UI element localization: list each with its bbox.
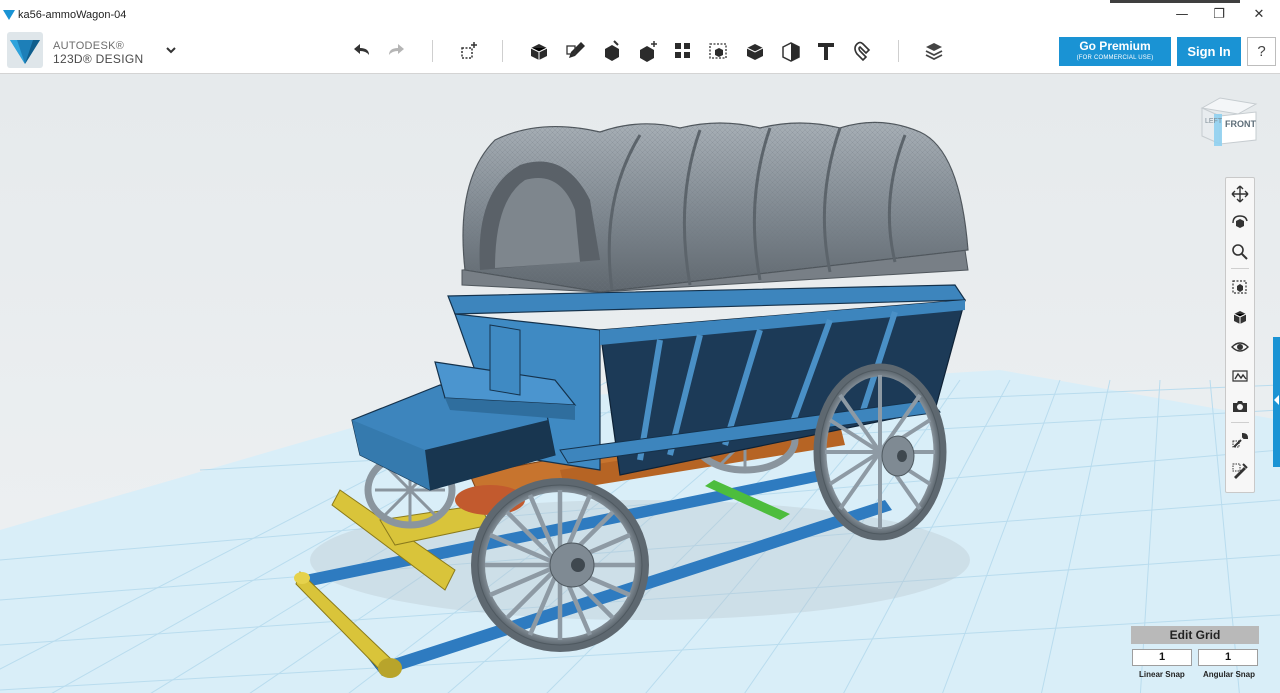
combine-boxes-icon[interactable] (741, 37, 769, 65)
view-box-icon[interactable] (1228, 305, 1252, 329)
zoom-magnifier-icon[interactable] (1228, 240, 1252, 264)
linear-snap-label: Linear Snap (1139, 670, 1185, 679)
window-title: ka56-ammoWagon-04 (18, 9, 127, 21)
wrench-icon[interactable] (1228, 429, 1252, 453)
navigation-bar (1225, 177, 1255, 493)
navbar-separator (1231, 268, 1249, 269)
toolbar-separator (502, 40, 503, 62)
window-title-accent (1110, 0, 1240, 3)
toolbar-separator (432, 40, 433, 62)
eye-icon[interactable] (1228, 335, 1252, 359)
minimize-button[interactable]: — (1167, 4, 1197, 26)
app-menu[interactable]: AUTODESK® 123D® DESIGN (7, 32, 187, 70)
chevron-down-icon[interactable] (165, 46, 177, 54)
sketch-pencil-icon[interactable] (562, 37, 590, 65)
app-logo-icon (3, 10, 15, 20)
primitive-box-icon[interactable] (525, 37, 553, 65)
edit-grid-button[interactable]: Edit Grid (1131, 626, 1259, 644)
angular-snap-label: Angular Snap (1203, 670, 1256, 679)
view-cube-front-label: FRONT (1225, 119, 1256, 129)
group-box-icon[interactable] (705, 37, 733, 65)
linear-snap-input[interactable]: 1 (1132, 649, 1192, 666)
camera-icon[interactable] (1228, 394, 1252, 418)
measure-box-icon[interactable] (777, 37, 805, 65)
modify-box-plus-icon[interactable] (634, 37, 662, 65)
go-premium-sublabel: (FOR COMMERCIAL USE) (1076, 55, 1154, 61)
go-premium-label: Go Premium (1079, 39, 1151, 53)
chevron-left-icon (1274, 395, 1279, 405)
wagon-canopy (461, 121, 969, 293)
brand-autodesk: AUTODESK® (53, 40, 125, 52)
sign-in-button[interactable]: Sign In (1177, 37, 1241, 66)
snap-magnet-icon[interactable] (848, 37, 876, 65)
undo-arrow-icon[interactable] (348, 37, 376, 65)
main-toolbar: AUTODESK® 123D® DESIGN Go Premium (FOR C… (0, 30, 1280, 74)
transform-box-plus-icon[interactable] (455, 37, 483, 65)
view-cube[interactable]: LEFT FRONT (1196, 94, 1260, 154)
construct-box-icon[interactable] (598, 37, 626, 65)
view-cube-left-label: LEFT (1205, 118, 1223, 125)
toolbar-separator (898, 40, 899, 62)
front-wheel-left (471, 478, 649, 652)
window-title-bar: ka56-ammoWagon-04 — ❐ ✕ (0, 0, 1280, 31)
go-premium-button[interactable]: Go Premium (FOR COMMERCIAL USE) (1059, 37, 1171, 66)
scene-canvas[interactable] (0, 74, 1280, 693)
redo-arrow-icon[interactable] (382, 37, 410, 65)
brush-icon[interactable] (1228, 459, 1252, 483)
front-wheel-right (813, 363, 947, 541)
orbit-icon[interactable] (1228, 211, 1252, 235)
navbar-separator (1231, 422, 1249, 423)
autodesk-123d-logo-icon (7, 32, 43, 68)
3d-viewport[interactable]: LEFT FRONT Edit Grid 1 1 Linear Snap Ang… (0, 74, 1280, 693)
material-display-icon[interactable] (1228, 364, 1252, 388)
fit-view-icon[interactable] (1228, 275, 1252, 299)
pan-arrows-icon[interactable] (1228, 182, 1252, 206)
brand-product: 123D® DESIGN (53, 52, 144, 66)
help-button[interactable]: ? (1247, 37, 1276, 66)
pattern-grid-icon[interactable] (669, 37, 697, 65)
angular-snap-input[interactable]: 1 (1198, 649, 1258, 666)
text-t-icon[interactable] (812, 37, 840, 65)
material-stack-icon[interactable] (920, 37, 948, 65)
close-button[interactable]: ✕ (1244, 4, 1274, 26)
restore-button[interactable]: ❐ (1204, 4, 1234, 26)
edit-grid-panel: Edit Grid 1 1 Linear Snap Angular Snap (1131, 626, 1259, 686)
